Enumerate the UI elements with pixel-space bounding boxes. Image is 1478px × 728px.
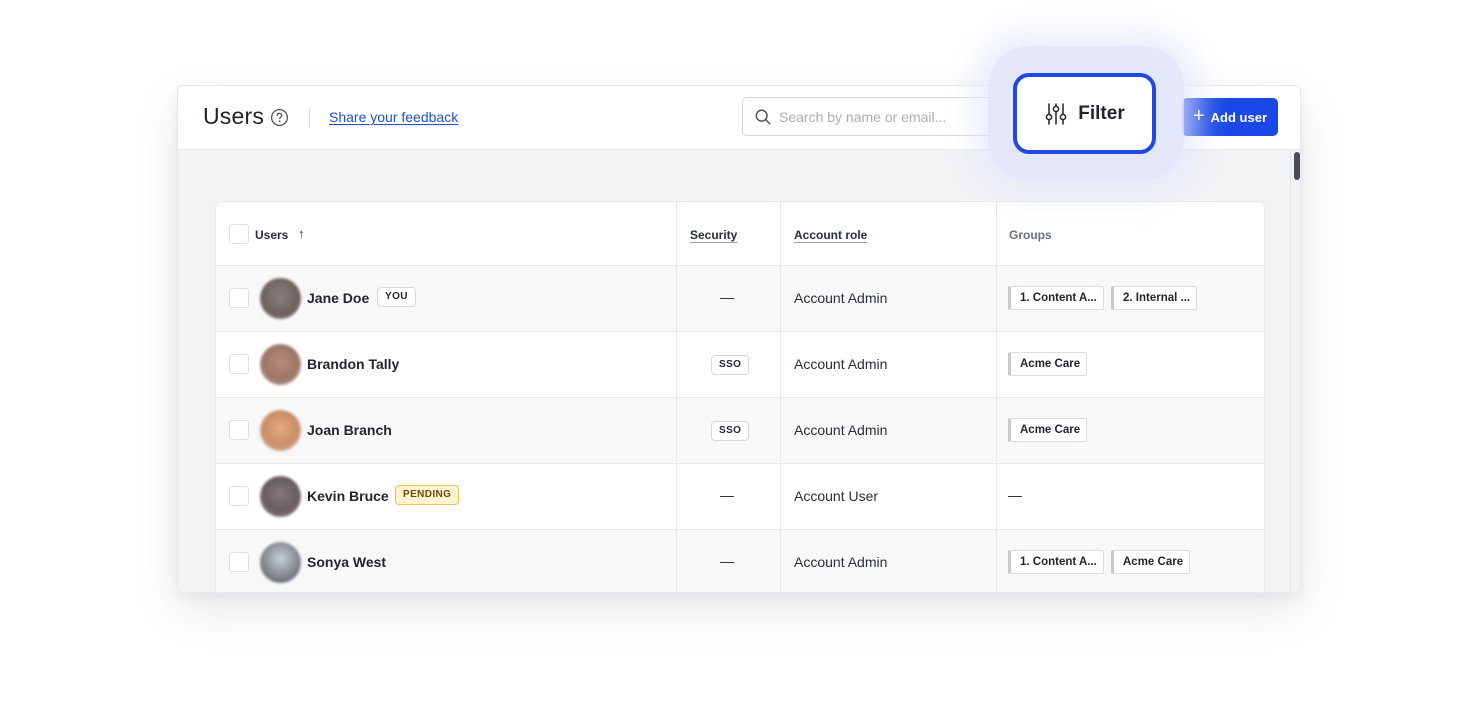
add-user-button[interactable]: + Add user <box>1182 98 1278 136</box>
content-area: Users ↑ Security Account role Groups Jan… <box>178 150 1290 592</box>
filter-label: Filter <box>1078 102 1125 124</box>
column-divider <box>676 398 677 463</box>
account-role: Account Admin <box>794 554 888 570</box>
group-tag[interactable]: Acme Care <box>1008 352 1088 376</box>
column-divider <box>780 266 781 331</box>
column-divider <box>676 202 677 265</box>
account-role: Account Admin <box>794 290 888 306</box>
group-tag[interactable]: 1. Content A... <box>1008 550 1104 574</box>
sso-badge: SSO <box>711 421 750 441</box>
column-divider <box>996 332 997 397</box>
column-header-users[interactable]: Users <box>255 228 288 242</box>
column-divider <box>780 464 781 529</box>
avatar <box>260 410 301 451</box>
help-icon[interactable] <box>270 108 289 127</box>
column-divider <box>676 464 677 529</box>
column-divider <box>996 202 997 265</box>
table-header-row: Users ↑ Security Account role Groups <box>216 202 1264 266</box>
column-header-account-role[interactable]: Account role <box>794 228 867 242</box>
column-header-security[interactable]: Security <box>690 228 737 242</box>
share-feedback-link[interactable]: Share your feedback <box>329 109 458 125</box>
avatar <box>260 476 301 517</box>
header-divider <box>309 108 310 128</box>
column-divider <box>996 266 997 331</box>
sliders-icon <box>1045 102 1067 125</box>
avatar <box>260 344 301 385</box>
row-checkbox[interactable] <box>229 552 249 572</box>
column-divider <box>676 266 677 331</box>
page-title: Users <box>203 103 265 129</box>
pending-badge: PENDING <box>395 485 460 505</box>
user-name[interactable]: Jane Doe <box>307 290 369 306</box>
row-checkbox[interactable] <box>229 420 249 440</box>
column-divider <box>996 464 997 529</box>
table-row[interactable]: Brandon Tally SSO Account Admin Acme Car… <box>216 332 1264 398</box>
security-value: — <box>720 553 734 569</box>
security-value: — <box>720 487 734 503</box>
scrollbar-thumb[interactable] <box>1294 152 1300 180</box>
user-name[interactable]: Brandon Tally <box>307 356 399 372</box>
column-divider <box>780 332 781 397</box>
column-divider <box>676 332 677 397</box>
group-tag[interactable]: Acme Care <box>1008 418 1088 442</box>
plus-icon: + <box>1192 105 1205 127</box>
avatar <box>260 278 301 319</box>
table-row[interactable]: Jane Doe YOU — Account Admin 1. Content … <box>216 266 1264 332</box>
arrow-up-icon[interactable]: ↑ <box>298 226 305 241</box>
security-value: — <box>720 289 734 305</box>
account-role: Account Admin <box>794 356 888 372</box>
user-name[interactable]: Joan Branch <box>307 422 392 438</box>
column-divider <box>780 530 781 592</box>
group-tag[interactable]: 2. Internal ... <box>1111 286 1198 310</box>
filter-button[interactable]: Filter <box>1013 73 1156 154</box>
sso-badge: SSO <box>711 355 750 375</box>
column-divider <box>996 398 997 463</box>
table-row[interactable]: Kevin Bruce PENDING — Account User — <box>216 464 1264 530</box>
search-icon <box>755 109 771 125</box>
column-header-groups: Groups <box>1009 228 1052 242</box>
users-table: Users ↑ Security Account role Groups Jan… <box>215 201 1265 592</box>
row-checkbox[interactable] <box>229 354 249 374</box>
you-badge: YOU <box>377 287 416 307</box>
avatar <box>260 542 301 583</box>
user-name[interactable]: Sonya West <box>307 554 386 570</box>
table-row[interactable]: Joan Branch SSO Account Admin Acme Care <box>216 398 1264 464</box>
vertical-scrollbar[interactable] <box>1290 150 1300 592</box>
column-divider <box>996 530 997 592</box>
table-row[interactable]: Sonya West — Account Admin 1. Content A.… <box>216 530 1264 592</box>
row-checkbox[interactable] <box>229 288 249 308</box>
search-box[interactable] <box>742 97 1000 136</box>
add-user-label: Add user <box>1210 109 1268 125</box>
column-divider <box>676 530 677 592</box>
row-checkbox[interactable] <box>229 486 249 506</box>
groups-empty-value: — <box>1008 487 1022 503</box>
column-divider <box>780 398 781 463</box>
group-tag[interactable]: 1. Content A... <box>1008 286 1104 310</box>
user-name[interactable]: Kevin Bruce <box>307 488 389 504</box>
select-all-checkbox[interactable] <box>229 224 249 244</box>
group-tag[interactable]: Acme Care <box>1111 550 1191 574</box>
account-role: Account User <box>794 488 879 504</box>
column-divider <box>780 202 781 265</box>
account-role: Account Admin <box>794 422 888 438</box>
search-input[interactable] <box>779 98 989 135</box>
